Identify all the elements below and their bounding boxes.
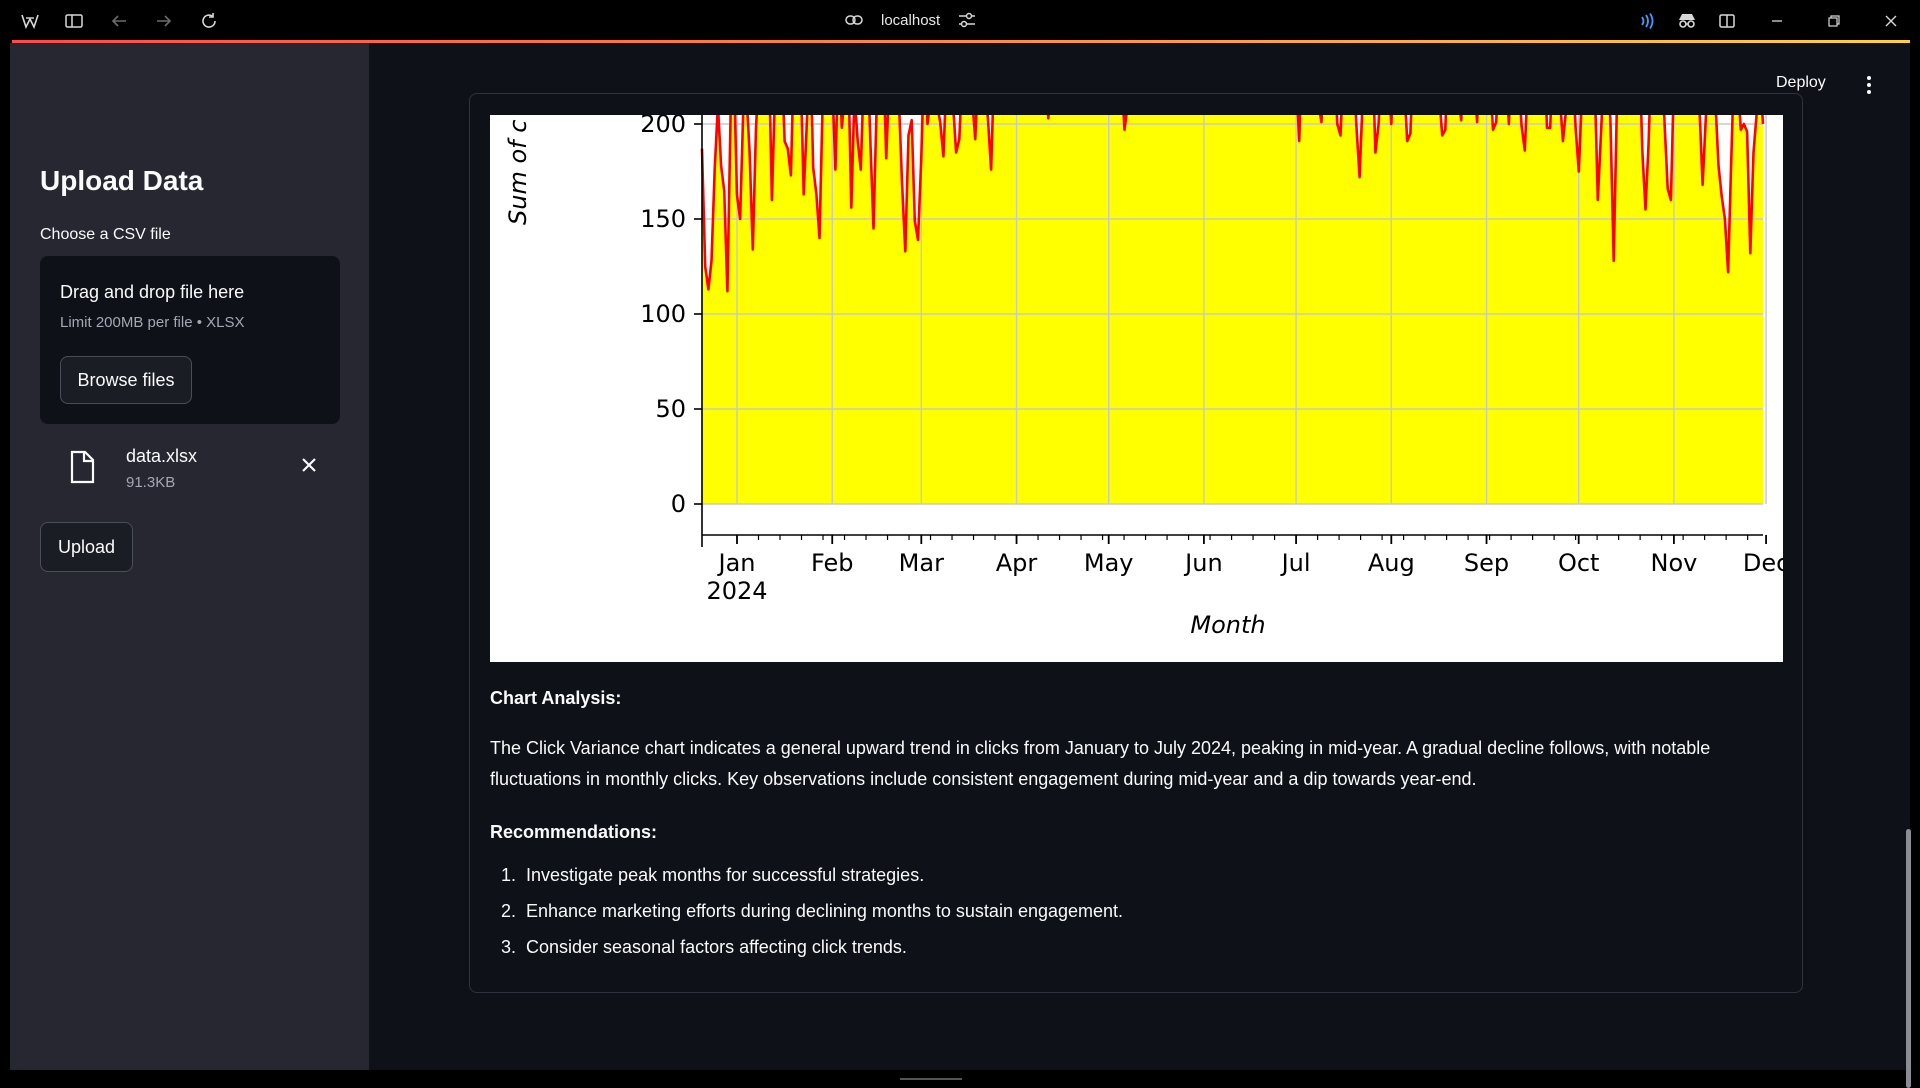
x-tick-label: Dec xyxy=(1743,549,1783,577)
file-uploader-label: Choose a CSV file xyxy=(40,226,171,243)
recommendation-item: 2. Enhance marketing efforts during decli… xyxy=(490,901,1123,937)
recommendation-item: 3. Consider seasonal factors affecting cl… xyxy=(490,937,1123,973)
split-view-icon[interactable] xyxy=(1714,8,1740,34)
file-icon xyxy=(68,450,96,484)
y-tick-label: 50 xyxy=(655,395,686,423)
restore-icon[interactable] xyxy=(1821,8,1847,34)
y-tick-label: 0 xyxy=(671,490,686,518)
y-axis-label: Sum of c xyxy=(504,120,532,225)
back-arrow-icon[interactable] xyxy=(106,8,132,34)
recommendations-title: Recommendations: xyxy=(490,822,658,842)
page-scrollbar[interactable] xyxy=(1906,829,1911,1088)
x-tick-label: Jul xyxy=(1280,549,1311,577)
x-year-label: 2024 xyxy=(706,577,767,605)
area-fill xyxy=(702,115,1763,504)
browser-logo-icon[interactable] xyxy=(17,8,43,34)
file-size: 91.3KB xyxy=(126,474,176,491)
x-tick-label: Oct xyxy=(1558,549,1600,577)
recommendation-number: 2. xyxy=(500,901,516,921)
recommendation-number: 1. xyxy=(500,865,516,885)
x-axis-label: Month xyxy=(1190,611,1265,639)
link-icon xyxy=(845,15,863,25)
chart-analysis-text: The Click Variance chart indicates a gen… xyxy=(490,738,1711,789)
recommendation-text: Consider seasonal factors affecting clic… xyxy=(526,937,907,957)
sidebar: Upload Data Choose a CSV file Drag and d… xyxy=(10,43,369,1070)
x-tick-label: Sep xyxy=(1464,549,1509,577)
deploy-button[interactable]: Deploy xyxy=(1776,74,1826,92)
x-tick-label: Jun xyxy=(1183,549,1223,577)
sidebar-toggle-icon[interactable] xyxy=(61,8,87,34)
recommendations-list: 1. Investigate peak months for successful… xyxy=(490,865,1123,973)
click-variance-chart: 0 50 100 150 200 Jan Feb Mar Apr May Jun Jul Aug Sep O… xyxy=(490,115,1783,662)
x-tick-label: Feb xyxy=(811,549,854,577)
forward-arrow-icon[interactable] xyxy=(151,8,177,34)
file-name: data.xlsx xyxy=(126,446,198,466)
y-tick-label: 150 xyxy=(640,205,686,233)
minimize-icon[interactable] xyxy=(1764,8,1790,34)
audio-wave-icon[interactable] xyxy=(1634,8,1660,34)
recommendation-text: Investigate peak months for successful s… xyxy=(526,865,925,885)
browse-files-button[interactable]: Browse files xyxy=(60,356,192,404)
dropzone-limit: Limit 200MB per file • XLSX xyxy=(60,314,245,331)
x-tick-label: May xyxy=(1084,549,1134,577)
remove-file-close-icon[interactable] xyxy=(298,454,320,476)
x-tick-label: Apr xyxy=(996,549,1038,577)
close-window-icon[interactable] xyxy=(1878,8,1904,34)
recommendation-number: 3. xyxy=(500,937,516,957)
y-tick-label: 100 xyxy=(640,300,686,328)
uploaded-file-item: data.xlsx 91.3KB xyxy=(40,438,340,508)
address-bar[interactable]: localhost xyxy=(845,6,976,34)
reload-icon[interactable] xyxy=(196,8,222,34)
app-window: Upload Data Choose a CSV file Drag and d… xyxy=(10,43,1911,1088)
url-text: localhost xyxy=(881,11,941,29)
x-tick-label: Mar xyxy=(899,549,944,577)
site-settings-icon[interactable] xyxy=(958,12,976,28)
file-dropzone[interactable]: Drag and drop file here Limit 200MB per … xyxy=(40,256,340,424)
y-tick-label: 200 xyxy=(640,115,686,138)
chart-svg: 0 50 100 150 200 Jan Feb Mar Apr May Jun Jul Aug Sep O… xyxy=(504,115,1783,639)
main-menu-icon[interactable] xyxy=(1858,73,1880,97)
recommendation-text: Enhance marketing efforts during declini… xyxy=(526,901,1124,921)
dropzone-title: Drag and drop file here xyxy=(60,282,245,302)
x-tick-label: Aug xyxy=(1368,549,1415,577)
browser-chrome: localhost xyxy=(0,0,1920,41)
recommendation-item: 1. Investigate peak months for successful… xyxy=(490,865,1123,901)
sidebar-title: Upload Data xyxy=(40,165,204,196)
x-tick-label: Jan xyxy=(717,549,756,577)
x-tick-label: Nov xyxy=(1650,549,1697,577)
incognito-icon[interactable] xyxy=(1674,8,1700,34)
chart-analysis-title: Chart Analysis: xyxy=(490,688,622,708)
upload-button[interactable]: Upload xyxy=(40,522,133,572)
